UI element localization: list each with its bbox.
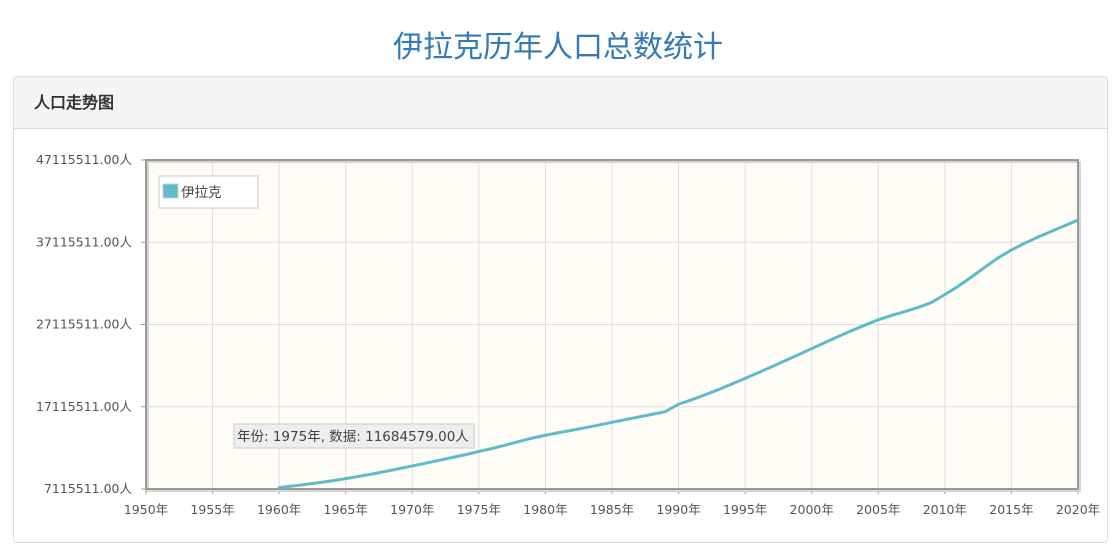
legend-label: 伊拉克	[181, 185, 222, 201]
x-tick-label: 2020年	[1056, 502, 1100, 517]
x-tick-label: 1990年	[656, 502, 700, 517]
x-tick-label: 2015年	[989, 502, 1033, 517]
y-tick-label: 17115511.00人	[36, 399, 133, 414]
y-tick-label: 47115511.00人	[36, 152, 133, 167]
x-tick-label: 1950年	[124, 502, 168, 517]
x-tick-label: 2010年	[923, 502, 967, 517]
legend-swatch	[162, 183, 179, 199]
x-tick-label: 2005年	[856, 502, 900, 517]
y-tick-label: 27115511.00人	[36, 317, 133, 332]
population-line-chart: 1950年 1955年 1960年 1965年 1970年 1975年 1980年 1985年…	[36, 152, 1100, 517]
x-tick-label: 1965年	[324, 502, 368, 517]
tooltip-text: 年份: 1975年, 数据: 11684579.00人	[237, 429, 469, 445]
y-tick-label: 7115511.00人	[44, 481, 133, 496]
x-tick-label: 1980年	[523, 502, 567, 517]
x-tick-label: 1995年	[723, 502, 767, 517]
x-tick-label: 1970年	[390, 502, 434, 517]
y-tick-label: 37115511.00人	[36, 234, 133, 249]
x-tick-label: 1975年	[457, 502, 501, 517]
x-tick-label: 1960年	[257, 502, 301, 517]
x-tick-label: 1955年	[190, 502, 234, 517]
legend: 伊拉克	[158, 175, 259, 209]
tooltip: 年份: 1975年, 数据: 11684579.00人	[233, 423, 475, 449]
x-tick-label: 1985年	[590, 502, 634, 517]
x-tick-label: 2000年	[790, 502, 834, 517]
